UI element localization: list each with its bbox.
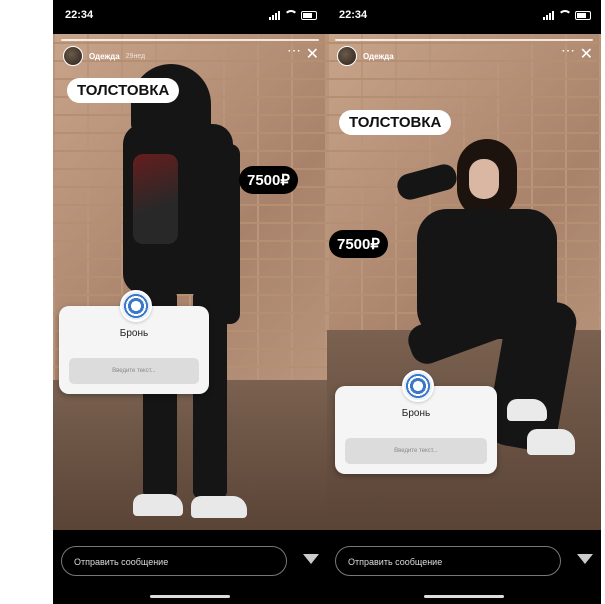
battery-icon <box>301 10 317 20</box>
battery-icon <box>575 10 591 20</box>
story-screen-left: 22:34 Одежда 29нед ⋯ ✕ ТОЛСТОВКА 7500₽ Б… <box>53 0 327 604</box>
story-progress <box>61 39 319 41</box>
reply-bar: Отправить сообщение <box>327 530 601 604</box>
question-label: Бронь <box>119 328 149 339</box>
story-screen-right: 22:34 Одежда ⋯ ✕ ТОЛСТОВКА 7500₽ Бронь В… <box>327 0 601 604</box>
product-sticker[interactable]: ТОЛСТОВКА <box>67 78 180 103</box>
message-input[interactable]: Отправить сообщение <box>335 546 561 576</box>
product-sticker[interactable]: ТОЛСТОВКА <box>339 110 452 135</box>
story-user[interactable]: Одежда <box>337 46 394 66</box>
signal-icon <box>269 10 281 20</box>
close-icon[interactable]: ✕ <box>580 44 593 64</box>
question-answer-input[interactable]: Введите текст... <box>345 438 487 464</box>
home-indicator <box>150 595 230 598</box>
story-user[interactable]: Одежда 29нед <box>63 46 145 66</box>
question-label: Бронь <box>401 408 431 419</box>
question-sticker[interactable]: Бронь Введите текст... <box>335 370 497 474</box>
status-time: 22:34 <box>65 9 94 21</box>
story-image[interactable]: Одежда ⋯ ✕ ТОЛСТОВКА 7500₽ Бронь Введите… <box>327 34 601 530</box>
question-answer-input[interactable]: Введите текст... <box>69 358 199 384</box>
username[interactable]: Одежда <box>363 52 394 61</box>
status-icons <box>543 10 591 20</box>
message-input[interactable]: Отправить сообщение <box>61 546 287 576</box>
avatar[interactable] <box>63 46 83 66</box>
more-icon[interactable]: ⋯ <box>287 42 301 59</box>
wifi-icon <box>558 10 572 20</box>
username[interactable]: Одежда <box>89 52 120 61</box>
send-icon[interactable] <box>303 554 319 564</box>
status-bar: 22:34 <box>53 0 327 34</box>
reply-bar: Отправить сообщение <box>53 530 327 604</box>
send-icon[interactable] <box>577 554 593 564</box>
status-time: 22:34 <box>339 9 368 21</box>
avatar[interactable] <box>337 46 357 66</box>
wifi-icon <box>284 10 298 20</box>
story-progress <box>335 39 593 41</box>
signal-icon <box>543 10 555 20</box>
question-sticker[interactable]: Бронь Введите текст... <box>59 290 209 394</box>
close-icon[interactable]: ✕ <box>306 44 319 64</box>
price-tag[interactable]: 7500₽ <box>329 230 388 258</box>
home-indicator <box>424 595 504 598</box>
status-icons <box>269 10 317 20</box>
question-icon <box>120 290 152 322</box>
status-bar: 22:34 <box>327 0 601 34</box>
story-image[interactable]: Одежда 29нед ⋯ ✕ ТОЛСТОВКА 7500₽ Бронь В… <box>53 34 327 530</box>
post-time: 29нед <box>125 52 146 60</box>
price-tag[interactable]: 7500₽ <box>239 166 298 194</box>
question-icon <box>402 370 434 402</box>
more-icon[interactable]: ⋯ <box>561 42 575 59</box>
